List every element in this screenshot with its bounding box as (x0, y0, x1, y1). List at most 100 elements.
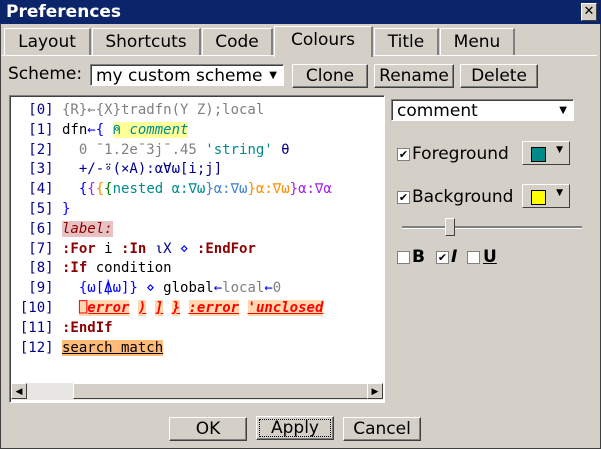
scheme-label: Scheme: (8, 64, 83, 84)
code-token: condition (87, 260, 172, 277)
tab-divider (372, 55, 597, 56)
code-token: ⍳X (146, 240, 181, 257)
background-checkbox[interactable]: ✔ (397, 191, 410, 204)
chevron-down-icon: ▼ (556, 188, 563, 198)
scrollbar-thumb[interactable] (73, 383, 369, 399)
line-number: [1] (28, 121, 62, 138)
code-line: [4] {{{{nested α:∇ω}α:∇ω}α:∇ω}α:∇α (10, 179, 332, 199)
element-select[interactable]: comment ▼ (391, 99, 574, 121)
close-icon: ✕ (583, 4, 595, 19)
code-line: [11] :EndIf (10, 318, 113, 338)
background-label: Background (412, 187, 514, 207)
foreground-label: Foreground (412, 144, 509, 164)
foreground-swatch (531, 147, 546, 162)
line-number: [11] (19, 319, 62, 336)
code-token: ← (213, 280, 223, 297)
code-token: ⋄ (137, 280, 164, 297)
line-number: [8] (28, 260, 62, 277)
check-icon: ✔ (398, 148, 409, 161)
line-number: [7] (28, 240, 62, 257)
tab-code[interactable]: Code (202, 28, 273, 55)
opacity-slider-thumb[interactable] (444, 218, 455, 236)
code-token: { (95, 181, 105, 198)
code-token: }α:∇ω (205, 181, 248, 198)
tab-divider (2, 55, 274, 56)
code-token: 0 (272, 280, 282, 297)
code-token: ] (154, 300, 164, 316)
code-token: 'string' (205, 141, 273, 158)
bold-checkbox[interactable] (397, 251, 410, 264)
tab-label: Code (215, 32, 259, 52)
scroll-right-icon[interactable]: ▶ (367, 383, 383, 399)
foreground-color-button[interactable]: ▼ (522, 141, 570, 165)
bold-label: B (412, 247, 425, 267)
horizontal-scrollbar[interactable]: ◀ ▶ (11, 383, 383, 400)
underline-checkbox[interactable] (467, 251, 480, 264)
code-token: {ω[⍋ω]} (62, 280, 138, 297)
apply-button[interactable]: Apply (256, 416, 334, 440)
line-number: [4] (28, 181, 62, 198)
code-line: [2] 0 ¯1.2e¯3j¯.45 'string' θ (10, 140, 289, 160)
scheme-selected-value: my custom scheme (96, 66, 263, 86)
opacity-slider-track[interactable] (402, 226, 582, 229)
tab-menu[interactable]: Menu (440, 28, 515, 55)
code-token: ⎕error (78, 300, 130, 316)
code-line: [0] {R}←{X}tradfn(Y Z);local (10, 100, 264, 120)
clone-button[interactable]: Clone (292, 64, 368, 88)
chevron-down-icon: ▼ (269, 70, 277, 81)
italic-checkbox[interactable]: ✔ (436, 251, 449, 264)
code-token: {R}←{X}tradfn(Y Z);local (62, 102, 265, 118)
code-line: [6] label: (10, 219, 113, 239)
code-token: :EndIf (62, 319, 113, 336)
code-line: [1] dfn←{ ⍝ comment (10, 120, 189, 140)
tab-label: Colours (290, 30, 355, 50)
delete-button[interactable]: Delete (460, 64, 538, 88)
tab-label: Shortcuts (105, 32, 187, 52)
line-number: [10] (19, 300, 62, 316)
code-token: :In (121, 240, 147, 257)
cancel-button[interactable]: Cancel (343, 417, 421, 441)
scroll-left-icon[interactable]: ◀ (11, 383, 27, 399)
code-token: }α:∇ω (247, 181, 290, 198)
code-preview[interactable]: [0] {R}←{X}tradfn(Y Z);local [1] dfn←{ ⍝ … (9, 95, 385, 403)
scheme-select[interactable]: my custom scheme ▼ (90, 64, 284, 86)
tab-label: Layout (18, 32, 76, 52)
tab-layout[interactable]: Layout (4, 28, 91, 55)
check-icon: ✔ (398, 191, 409, 204)
close-button[interactable]: ✕ (581, 3, 597, 21)
tab-title[interactable]: Title (374, 28, 439, 55)
ok-button[interactable]: OK (169, 417, 247, 441)
foreground-checkbox[interactable]: ✔ (397, 148, 410, 161)
code-token: ⍝ comment (112, 121, 189, 138)
code-token: ← (264, 280, 273, 297)
tab-shortcuts[interactable]: Shortcuts (92, 28, 201, 55)
tab-colours[interactable]: Colours (274, 26, 373, 57)
code-line: [12] search match (10, 338, 164, 358)
line-number: [6] (28, 220, 62, 237)
chevron-down-icon: ▼ (556, 145, 563, 155)
code-token: { (62, 181, 88, 198)
code-token: 0 ¯1.2e¯3j¯.45 (62, 141, 206, 158)
code-token: :If (62, 260, 88, 277)
line-number: [12] (19, 339, 62, 356)
code-token: :EndFor (196, 240, 256, 257)
underline-label: U (483, 247, 497, 267)
background-color-button[interactable]: ▼ (522, 184, 570, 208)
code-line: [10] ⎕error ) ] } :error 'unclosed (10, 298, 324, 318)
code-token: 'unclosed (247, 300, 324, 316)
code-token: { (104, 181, 113, 198)
rename-button[interactable]: Rename (374, 64, 454, 88)
code-token: label: (62, 220, 113, 237)
code-line: [3] +/-⍤(×A):αⱯω[i;j] (10, 159, 222, 179)
code-token: { (87, 181, 96, 198)
code-token: global (163, 280, 214, 297)
code-token: :error (188, 300, 240, 316)
line-number: [5] (28, 201, 62, 217)
code-line: [7] :For i :In ⍳X ⋄ :EndFor (10, 239, 256, 259)
